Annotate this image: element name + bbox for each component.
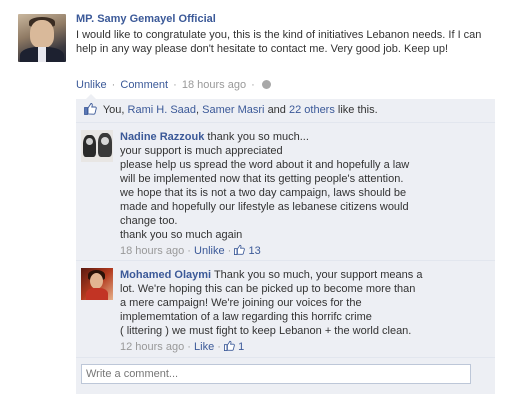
comment-body: Nadine Razzouk thank you so much... your…	[120, 130, 480, 258]
comment-line: we hope that its is not a two day campai…	[120, 187, 407, 199]
comment-line: a mere campaign! We're joining our voice…	[120, 297, 362, 309]
separator: ·	[251, 79, 255, 91]
globe-icon[interactable]	[261, 80, 271, 89]
comment-item: Nadine Razzouk thank you so much... your…	[76, 123, 495, 261]
likes-summary: You, Rami H. Saad, Samer Masri and 22 ot…	[76, 99, 495, 123]
comment-composer: Write a comment...	[76, 358, 495, 394]
thumbs-up-icon	[234, 244, 248, 257]
like-count-value: 1	[238, 341, 245, 353]
comment-line: Thank you so much, your support means a	[213, 269, 423, 281]
comment-timestamp[interactable]: 18 hours ago	[120, 245, 184, 257]
post-author-avatar[interactable]	[18, 14, 66, 62]
comment-line: thank you so much again	[120, 229, 243, 241]
comment-meta: 12 hours ago · Like · 1	[120, 340, 480, 354]
comment-body: Mohamed Olaymi Thank you so much, your s…	[120, 268, 480, 354]
separator: ·	[217, 341, 221, 353]
unlike-link[interactable]: Unlike	[76, 79, 107, 91]
comment-line: made and hopefully our lifestyle as leba…	[120, 201, 409, 213]
comment-line: thank you so much...	[207, 131, 309, 143]
comment-line: please help us spread the word about it …	[120, 159, 410, 171]
commenter-name[interactable]: Nadine Razzouk	[120, 131, 204, 143]
liker-link[interactable]: Samer Masri	[202, 104, 264, 116]
comment-line: change too.	[120, 215, 178, 227]
likes-comma: ,	[196, 104, 200, 116]
likes-suffix: like this.	[337, 104, 378, 116]
comment-line: lot. We're hoping this can be picked up …	[120, 283, 416, 295]
comment-like-link[interactable]: Like	[194, 341, 214, 353]
comment-line: your support is much appreciated	[120, 145, 283, 157]
comment-like-count[interactable]: 1	[224, 340, 245, 353]
separator: ·	[111, 79, 116, 91]
comment-item: Mohamed Olaymi Thank you so much, your s…	[76, 261, 495, 358]
comment-timestamp[interactable]: 12 hours ago	[120, 341, 184, 353]
liker-link[interactable]: Rami H. Saad	[128, 104, 196, 116]
separator: ·	[187, 245, 191, 257]
post-author-name[interactable]: MP. Samy Gemayel Official	[76, 13, 496, 25]
likes-others-link[interactable]: 22 others	[289, 104, 335, 116]
likes-and: and	[267, 104, 286, 116]
post-timestamp[interactable]: 18 hours ago	[182, 79, 246, 91]
feedback-section: You, Rami H. Saad, Samer Masri and 22 ot…	[76, 94, 495, 394]
ufi-pointer	[86, 94, 96, 99]
commenter-avatar[interactable]	[81, 130, 113, 162]
comment-link[interactable]: Comment	[120, 79, 168, 91]
post-text: I would like to congratulate you, this i…	[76, 29, 482, 55]
separator: ·	[227, 245, 232, 257]
post-body: MP. Samy Gemayel Official I would like t…	[76, 13, 496, 56]
comment-meta: 18 hours ago · Unlike · 13	[120, 244, 480, 258]
post-actions: Unlike · Comment · 18 hours ago ·	[76, 79, 271, 91]
thumbs-up-icon	[224, 340, 238, 353]
separator: ·	[187, 341, 191, 353]
comment-line: ( littering ) we must fight to keep Leba…	[120, 325, 412, 337]
comment-like-count[interactable]: 13	[234, 244, 261, 257]
commenter-name[interactable]: Mohamed Olaymi	[120, 269, 211, 281]
thumbs-up-icon	[84, 101, 97, 124]
comment-line: will be implemented now that its getting…	[120, 173, 404, 185]
like-count-value: 13	[248, 245, 261, 257]
comment-line: implememtation of a law regarding this h…	[120, 311, 372, 323]
comment-unlike-link[interactable]: Unlike	[194, 245, 225, 257]
likes-you: You,	[102, 104, 125, 116]
write-comment-input[interactable]: Write a comment...	[81, 364, 471, 384]
separator: ·	[173, 79, 177, 91]
commenter-avatar[interactable]	[81, 268, 113, 300]
